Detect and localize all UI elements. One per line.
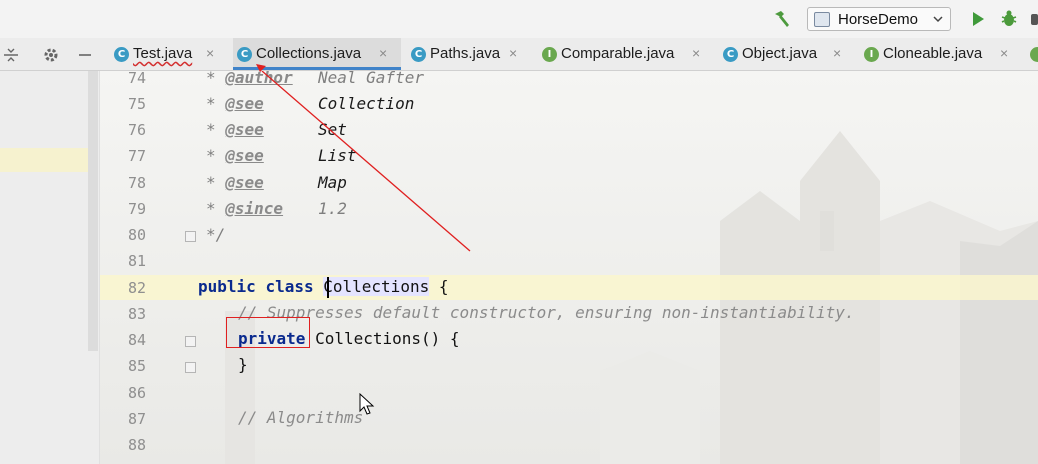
annotation-arrowhead [256,64,266,72]
annotation-arrow [261,71,471,252]
code-editor[interactable]: 74 75 76 77 78 79 80 81 82 83 84 85 86 8… [0,71,1038,464]
mouse-cursor-icon [359,392,375,421]
